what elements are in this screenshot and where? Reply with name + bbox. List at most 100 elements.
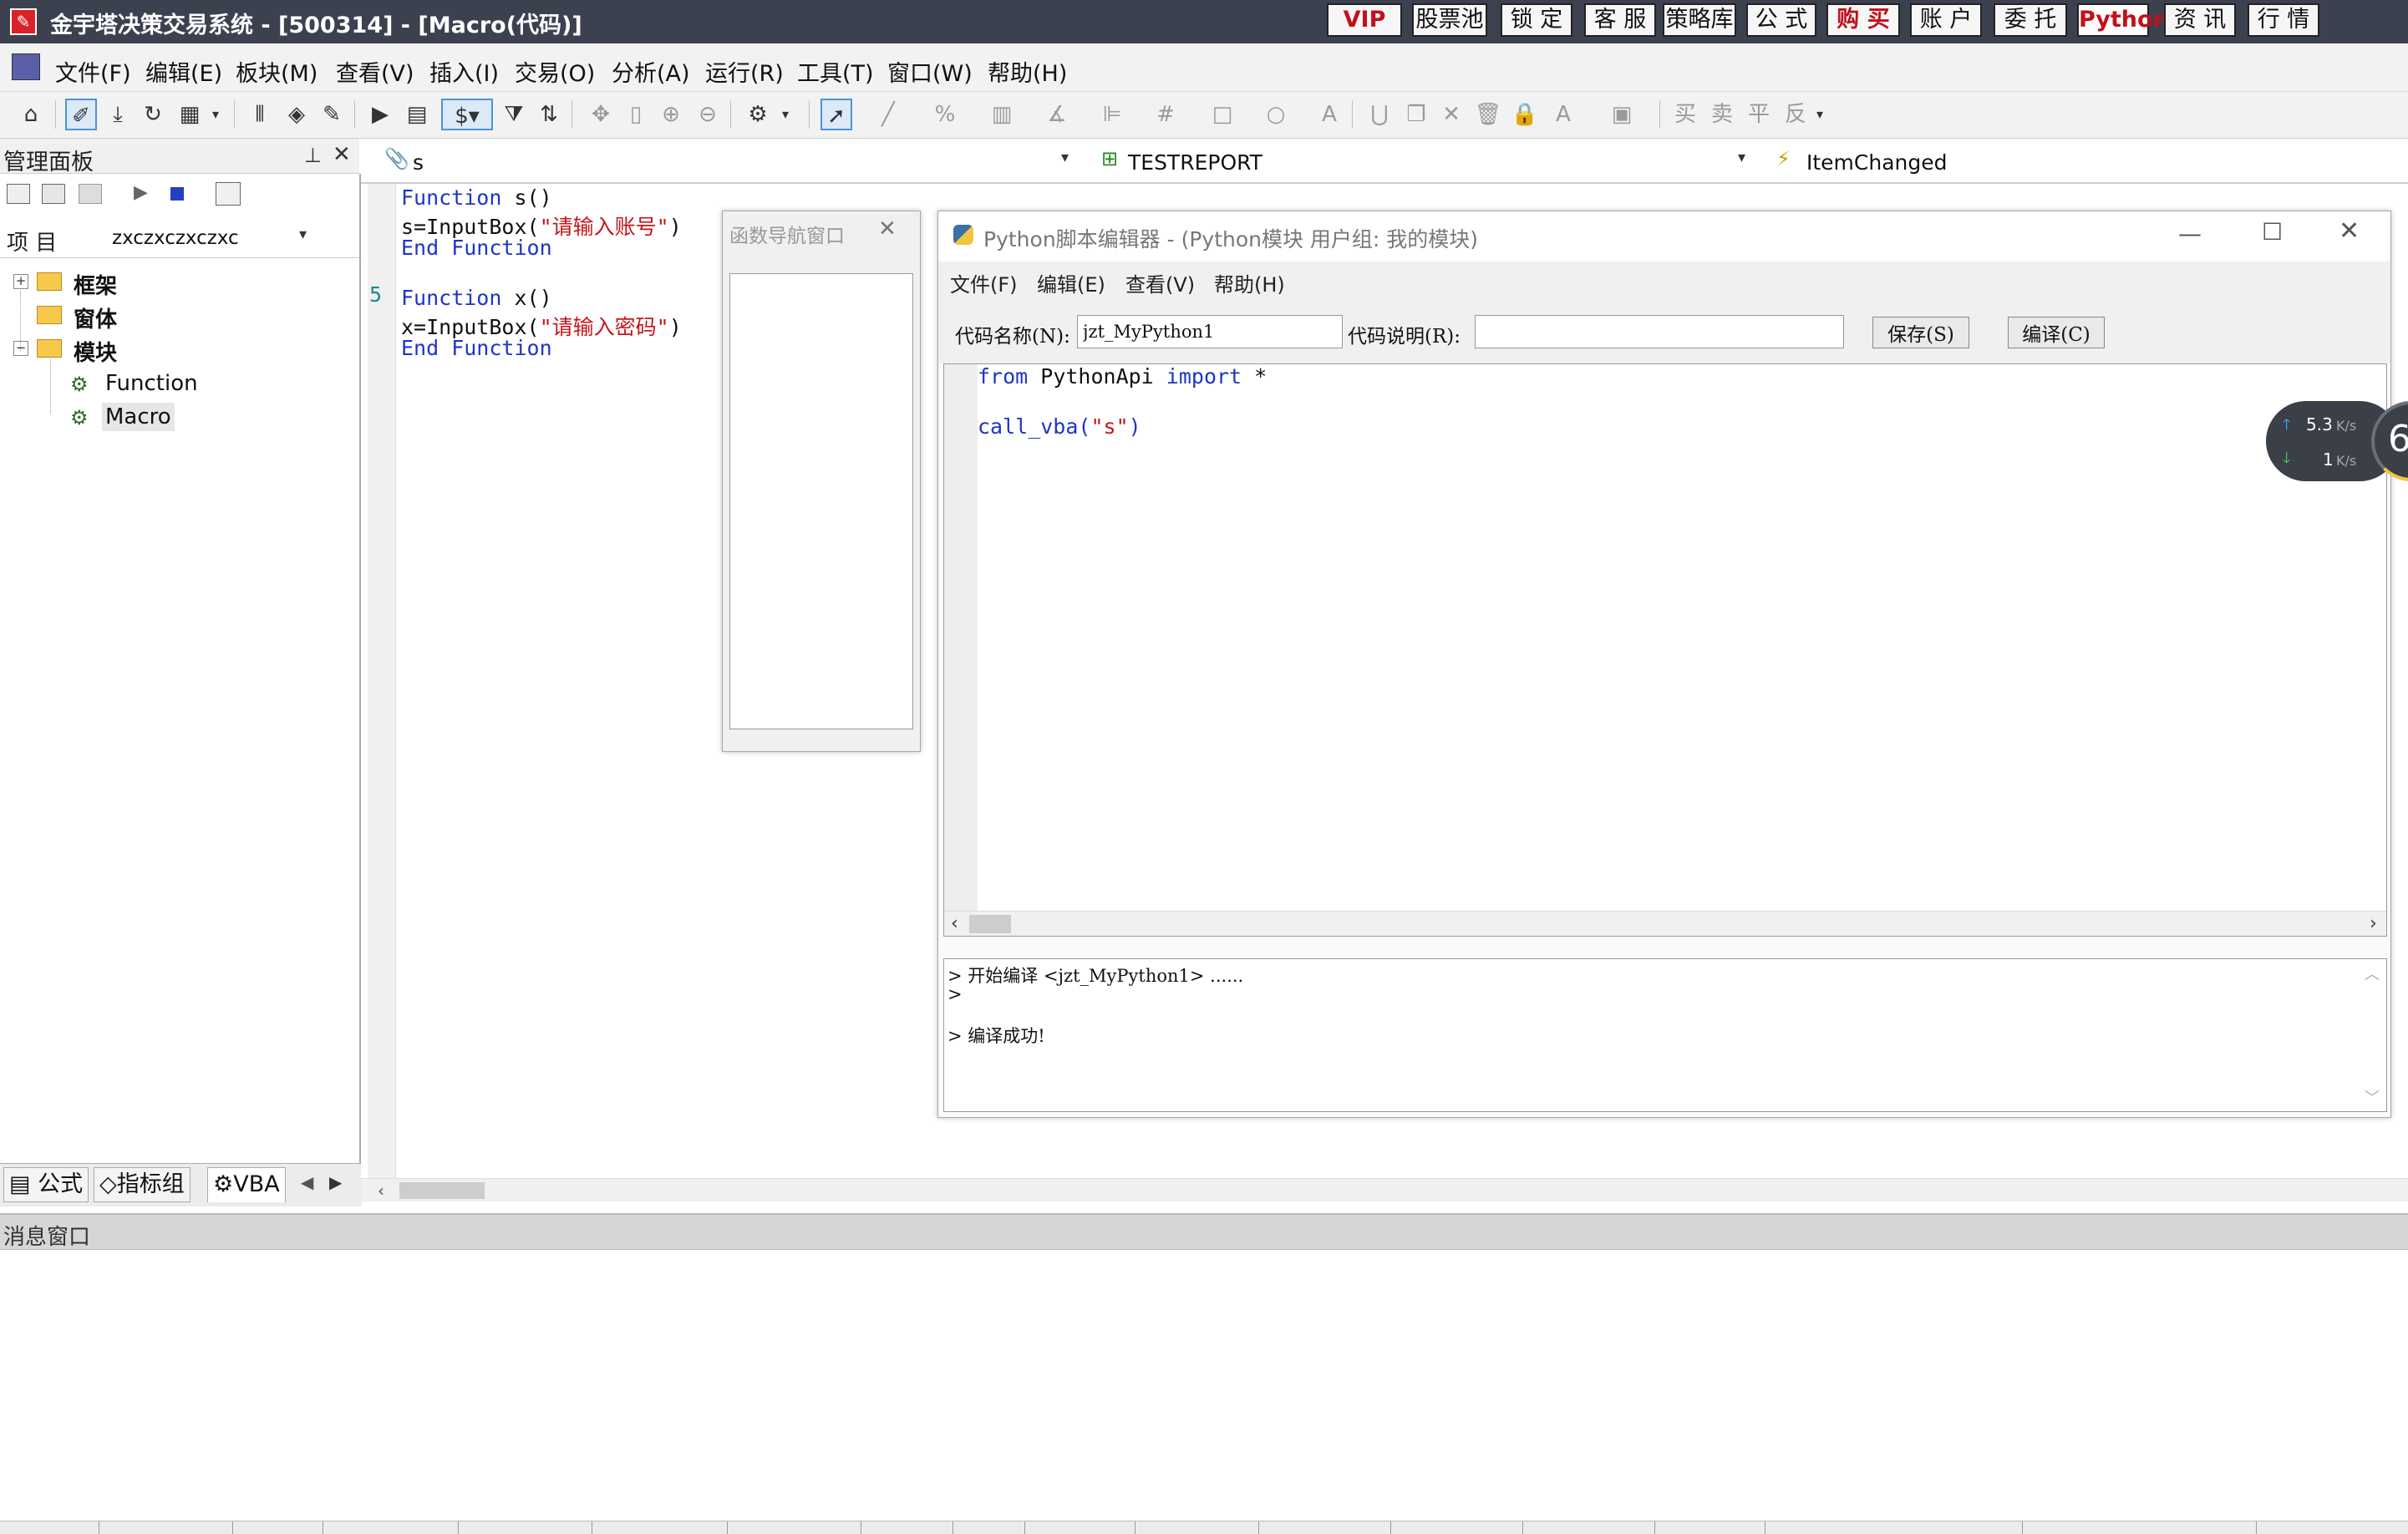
- filter-icon[interactable]: ⧩: [498, 99, 530, 130]
- columns-icon[interactable]: ▥: [986, 99, 1018, 130]
- network-speed-widget[interactable]: 🡑 5.3 K/s 🡓 1 K/s 6: [2266, 401, 2408, 481]
- component-select-value[interactable]: TESTREPORT: [1128, 150, 1262, 175]
- home-icon[interactable]: ⌂: [15, 99, 47, 130]
- python-menu-item-2[interactable]: 查看(V): [1125, 268, 1195, 297]
- tab-scroll-right-icon[interactable]: ▶: [329, 1172, 342, 1192]
- ellipse-icon[interactable]: ○: [1260, 99, 1292, 130]
- edit-note-icon[interactable]: ✎: [316, 99, 348, 130]
- quick-button-4[interactable]: 策略库: [1663, 3, 1736, 37]
- scroll-left-icon[interactable]: ‹: [951, 913, 958, 934]
- close-x-icon[interactable]: ✕: [1435, 99, 1467, 130]
- view-list-icon[interactable]: [7, 184, 30, 204]
- sell-icon[interactable]: 卖: [1706, 99, 1738, 130]
- quick-button-7[interactable]: 账 户: [1910, 3, 1982, 37]
- tab-indicator-group[interactable]: ◇指标组: [94, 1167, 191, 1202]
- quick-button-6[interactable]: 购 买: [1826, 3, 1900, 37]
- copy-icon[interactable]: ❐: [1400, 99, 1432, 130]
- code-name-field[interactable]: [1077, 315, 1343, 348]
- scroll-right-icon[interactable]: ›: [2370, 913, 2377, 934]
- python-menu-item-3[interactable]: 帮助(H): [1214, 268, 1285, 297]
- python-menu-item-1[interactable]: 编辑(E): [1037, 268, 1105, 297]
- expand-icon[interactable]: +: [13, 274, 28, 289]
- hash-grid-icon[interactable]: #: [1150, 99, 1181, 130]
- python-code-area[interactable]: from PythonApi import * call_vba("s") ‹ …: [943, 363, 2387, 937]
- python-hscrollbar[interactable]: ‹ ›: [944, 911, 2386, 936]
- percent-icon[interactable]: %: [929, 99, 961, 130]
- chevron-down-icon[interactable]: ▾: [1738, 149, 1745, 166]
- tree-item-macro[interactable]: Macro: [102, 403, 175, 431]
- horizontal-scrollbar[interactable]: ‹: [361, 1178, 2408, 1201]
- chevron-down-icon[interactable]: ▾: [777, 99, 794, 130]
- close-icon[interactable]: ✕: [333, 142, 351, 167]
- menu-item-6[interactable]: 分析(A): [612, 55, 690, 88]
- reverse-icon[interactable]: 反: [1780, 99, 1811, 130]
- tree-item-form[interactable]: 窗体: [74, 302, 117, 333]
- compile-output[interactable]: > 开始编译 <jzt_MyPython1> ...... > > 编译成功! …: [943, 958, 2387, 1112]
- chevron-down-icon[interactable]: ▾: [1811, 99, 1828, 130]
- menu-item-7[interactable]: 运行(R): [705, 55, 784, 88]
- lock-icon[interactable]: 🔒: [1509, 99, 1541, 130]
- edit-mode-icon[interactable]: ✐: [65, 99, 97, 130]
- menu-item-9[interactable]: 窗口(W): [887, 55, 973, 88]
- project-select[interactable]: zxczxczxczxc ▾: [77, 221, 319, 252]
- magnet-icon[interactable]: ⋃: [1364, 99, 1395, 130]
- grid-layout-icon[interactable]: ▦: [174, 99, 206, 130]
- zoom-in-icon[interactable]: ⊕: [655, 99, 687, 130]
- vertical-bar-icon[interactable]: ▯: [620, 99, 652, 130]
- save-button[interactable]: 保存(S): [1872, 317, 1969, 348]
- menu-item-0[interactable]: 文件(F): [55, 55, 131, 88]
- text-tool-icon[interactable]: A: [1313, 99, 1345, 130]
- document-icon[interactable]: ▤: [401, 99, 433, 130]
- quick-button-10[interactable]: 资 讯: [2164, 3, 2236, 37]
- quick-button-8[interactable]: 委 托: [1994, 3, 2067, 37]
- save-template-icon[interactable]: ▣: [1606, 99, 1638, 130]
- app-menu-icon[interactable]: [12, 53, 40, 80]
- scroll-thumb[interactable]: [969, 915, 1011, 933]
- code-desc-field[interactable]: [1475, 315, 1844, 348]
- menu-item-5[interactable]: 交易(O): [515, 55, 595, 88]
- quick-button-3[interactable]: 客 服: [1584, 3, 1656, 37]
- menu-item-2[interactable]: 板块(M): [236, 55, 318, 88]
- quick-button-9[interactable]: Python: [2077, 3, 2169, 37]
- pointer-icon[interactable]: ➚: [820, 99, 852, 130]
- python-menu-item-0[interactable]: 文件(F): [950, 268, 1018, 297]
- tree-item-frame[interactable]: 框架: [74, 269, 117, 300]
- quick-button-1[interactable]: 股票池: [1412, 3, 1487, 37]
- tree-item-function[interactable]: Function: [105, 371, 198, 396]
- message-window[interactable]: [0, 1250, 2408, 1521]
- menu-item-10[interactable]: 帮助(H): [988, 55, 1067, 88]
- trash-icon[interactable]: 🗑: [1472, 99, 1504, 130]
- candlestick-icon[interactable]: ⫴: [244, 99, 276, 130]
- quick-button-0[interactable]: VIP: [1327, 3, 1402, 37]
- scroll-thumb[interactable]: [399, 1182, 485, 1199]
- function-nav-list[interactable]: [729, 273, 913, 729]
- chevron-down-icon[interactable]: ▾: [299, 226, 307, 243]
- collapse-icon[interactable]: −: [13, 341, 28, 356]
- rectangle-icon[interactable]: □: [1207, 99, 1238, 130]
- object-select[interactable]: 📎 s ▾ ⊞ TESTREPORT: [384, 145, 1412, 177]
- refresh-icon[interactable]: ↻: [137, 99, 169, 130]
- font-color-icon[interactable]: A: [1547, 99, 1579, 130]
- tab-scroll-left-icon[interactable]: ◀: [301, 1172, 313, 1192]
- event-select[interactable]: ⚡ ItemChanged: [1773, 145, 2408, 177]
- quick-button-11[interactable]: 行 情: [2248, 3, 2319, 37]
- sort-icon[interactable]: ⇅: [533, 99, 565, 130]
- scroll-left-icon[interactable]: ‹: [378, 1181, 384, 1201]
- move-icon[interactable]: ✥: [585, 99, 617, 130]
- buy-icon[interactable]: 买: [1669, 99, 1701, 130]
- scroll-up-icon[interactable]: ︿: [2365, 963, 2380, 984]
- minimize-icon[interactable]: —: [2178, 220, 2202, 247]
- flat-icon[interactable]: 平: [1743, 99, 1775, 130]
- zoom-out-icon[interactable]: ⊖: [692, 99, 724, 130]
- diamond-alert-icon[interactable]: ◈: [281, 99, 312, 130]
- menu-item-3[interactable]: 查看(V): [336, 55, 414, 88]
- line-draw-icon[interactable]: ╱: [872, 99, 904, 130]
- scroll-down-icon[interactable]: ﹀: [2365, 1086, 2380, 1108]
- run-icon[interactable]: ▶: [134, 182, 148, 203]
- pin-icon[interactable]: ⊥: [304, 144, 322, 167]
- maximize-icon[interactable]: ☐: [2262, 218, 2283, 246]
- menu-item-8[interactable]: 工具(T): [797, 55, 874, 88]
- import-icon[interactable]: ⤓: [102, 99, 134, 130]
- bracket-icon[interactable]: ⊫: [1096, 99, 1128, 130]
- chevron-down-icon[interactable]: ▾: [207, 99, 224, 130]
